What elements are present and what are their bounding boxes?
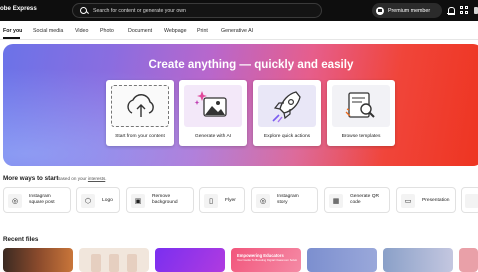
bell-icon[interactable] — [446, 6, 455, 15]
subtitle-prefix: Based on your — [57, 176, 87, 181]
avatar[interactable] — [474, 6, 478, 15]
ai-image-icon — [194, 91, 227, 117]
tab-generative-ai[interactable]: Generative AI — [221, 28, 253, 34]
qr-code-icon: ▦ — [329, 194, 343, 208]
quick-action-label: Remove background — [152, 194, 178, 206]
browse-templates-card[interactable]: Browse templates — [327, 80, 395, 146]
card-thumbnail — [184, 85, 242, 127]
quick-action-partial[interactable] — [461, 187, 478, 213]
quick-action-label: Presentation — [422, 197, 450, 203]
card-label: Generate with AI — [194, 134, 232, 139]
crown-icon — [376, 6, 384, 15]
quick-action-label: Instagram square post — [29, 194, 55, 206]
quick-action-logo[interactable]: ⬡ Logo — [76, 187, 120, 213]
remove-background-icon: ▣ — [131, 194, 145, 208]
subtitle-suffix: . — [105, 176, 107, 181]
quick-action-instagram-square-post[interactable]: ◎ Instagram square post — [3, 187, 71, 213]
premium-member-label: Premium member — [388, 7, 431, 14]
presentation-icon: ▭ — [401, 194, 415, 208]
more-ways-title: More ways to start — [3, 175, 59, 182]
logo-icon: ⬡ — [81, 194, 95, 208]
more-ways-subtitle: Based on your interests. — [57, 176, 107, 181]
tab-webpage[interactable]: Webpage — [164, 28, 187, 34]
thumb-subtitle: Your Guide To Boosting Digital Classroom… — [237, 259, 297, 262]
tab-print[interactable]: Print — [197, 28, 208, 34]
generate-with-ai-card[interactable]: Generate with AI — [179, 80, 247, 146]
card-label: Explore quick actions — [263, 134, 311, 139]
app-brand[interactable]: obe Express — [0, 5, 37, 12]
recent-file-thumbnail[interactable] — [459, 248, 478, 272]
search-input[interactable] — [93, 7, 313, 14]
quick-action-flyer[interactable]: ▯ Flyer — [199, 187, 245, 213]
recent-file-thumbnail[interactable] — [307, 248, 377, 272]
tab-video[interactable]: Video — [75, 28, 88, 34]
card-thumbnail — [258, 85, 316, 127]
recent-file-thumbnail[interactable] — [155, 248, 225, 272]
tab-document[interactable]: Document — [128, 28, 152, 34]
more-icon — [465, 194, 478, 208]
recent-file-thumbnail[interactable] — [383, 248, 453, 272]
upload-area — [111, 85, 169, 127]
card-label: Browse templates — [341, 134, 381, 139]
explore-quick-actions-card[interactable]: Explore quick actions — [253, 80, 321, 146]
card-label: Start from your content — [115, 134, 165, 139]
card-thumbnail — [332, 85, 390, 127]
quick-action-instagram-story[interactable]: ◎ Instagram story — [251, 187, 318, 213]
instagram-icon: ◎ — [8, 194, 22, 208]
quick-action-label: Generate QR code — [350, 194, 380, 206]
quick-action-generate-qr-code[interactable]: ▦ Generate QR code — [324, 187, 390, 213]
interests-link[interactable]: interests — [88, 176, 105, 181]
tab-photo[interactable]: Photo — [100, 28, 114, 34]
recent-files-title: Recent files — [3, 236, 39, 243]
quick-action-remove-background[interactable]: ▣ Remove background — [126, 187, 194, 213]
thumb-title: Empowering Educators — [237, 253, 284, 258]
start-from-content-card[interactable]: Start from your content — [106, 80, 174, 146]
search-icon — [79, 6, 89, 16]
recent-file-thumbnail[interactable] — [79, 248, 149, 272]
top-bar: obe Express Premium member — [0, 0, 478, 21]
hero-title: Create anything — quickly and easily — [148, 58, 354, 71]
upload-cloud-icon — [127, 94, 154, 117]
search-bar[interactable] — [72, 3, 322, 18]
apps-grid-icon[interactable] — [460, 6, 469, 15]
active-tab-indicator — [3, 37, 20, 39]
tab-social-media[interactable]: Social media — [33, 28, 63, 34]
quick-action-label: Instagram story — [277, 194, 299, 206]
flyer-icon: ▯ — [204, 194, 218, 208]
category-tabs: For you Social media Video Photo Documen… — [0, 21, 478, 40]
premium-member-button[interactable]: Premium member — [372, 3, 442, 18]
instagram-story-icon: ◎ — [256, 194, 270, 208]
recent-file-thumbnail[interactable] — [3, 248, 73, 272]
rocket-icon — [272, 91, 301, 123]
recent-file-thumbnail[interactable]: Empowering Educators Your Guide To Boost… — [231, 248, 301, 272]
quick-action-label: Flyer — [225, 197, 236, 203]
tab-for-you[interactable]: For you — [3, 28, 22, 34]
template-search-icon — [345, 92, 375, 118]
quick-action-label: Logo — [102, 197, 113, 203]
quick-action-presentation[interactable]: ▭ Presentation — [396, 187, 456, 213]
